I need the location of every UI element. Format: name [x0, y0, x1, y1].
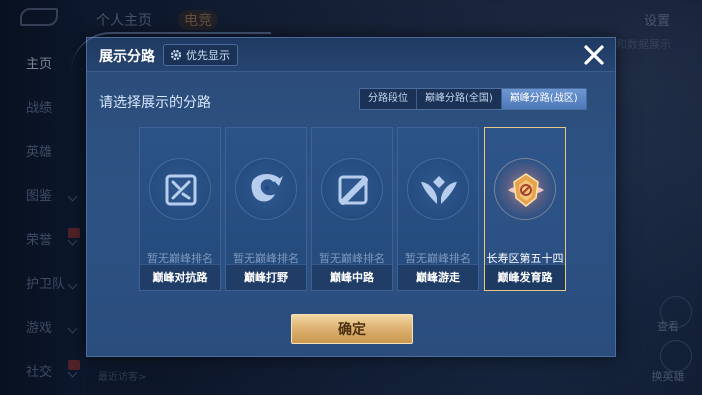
mid-lane-icon	[338, 175, 368, 205]
jungle-icon	[251, 174, 283, 202]
lane-name: 巅峰游走	[398, 264, 478, 290]
lane-display-dialog: 展示分路 优先显示 请选择展示的分路 分路段位 巅峰分路(全国) 巅峰分路(战区…	[71, 32, 616, 357]
gear-icon	[170, 49, 182, 61]
lane-source-tabs: 分路段位 巅峰分路(全国) 巅峰分路(战区)	[359, 88, 587, 110]
confirm-button[interactable]: 确定	[291, 314, 413, 344]
lane-card-roam[interactable]: 暂无巅峰排名 巅峰游走	[397, 127, 479, 291]
priority-display-label: 优先显示	[186, 49, 230, 62]
dialog-subtitle: 请选择展示的分路	[99, 95, 211, 111]
lane-card-mid[interactable]: 暂无巅峰排名 巅峰中路	[311, 127, 393, 291]
dialog-title: 展示分路	[99, 49, 155, 65]
lane-card-jungle[interactable]: 暂无巅峰排名 巅峰打野	[225, 127, 307, 291]
emblem-ring	[407, 158, 469, 220]
lane-name: 巅峰发育路	[485, 264, 565, 290]
lane-name: 巅峰打野	[226, 264, 306, 290]
dialog-header: 展示分路 优先显示	[71, 32, 615, 72]
tab-peak-national[interactable]: 巅峰分路(全国)	[417, 89, 502, 109]
roam-icon	[421, 176, 457, 204]
priority-display-button[interactable]: 优先显示	[163, 44, 238, 66]
farm-lane-icon	[508, 173, 544, 207]
close-icon[interactable]	[581, 42, 607, 68]
lane-card-clash[interactable]: 暂无巅峰排名 巅峰对抗路	[139, 127, 221, 291]
emblem-ring	[321, 158, 383, 220]
emblem-ring	[235, 158, 297, 220]
tab-peak-region[interactable]: 巅峰分路(战区)	[501, 89, 586, 109]
emblem-ring	[149, 158, 211, 220]
lane-card-farm[interactable]: 长寿区第五十四 巅峰发育路	[484, 127, 566, 291]
lane-name: 巅峰对抗路	[140, 264, 220, 290]
lane-name: 巅峰中路	[312, 264, 392, 290]
tab-lane-rank[interactable]: 分路段位	[360, 89, 417, 109]
clash-lane-icon	[165, 174, 197, 206]
emblem-ring	[494, 158, 556, 220]
